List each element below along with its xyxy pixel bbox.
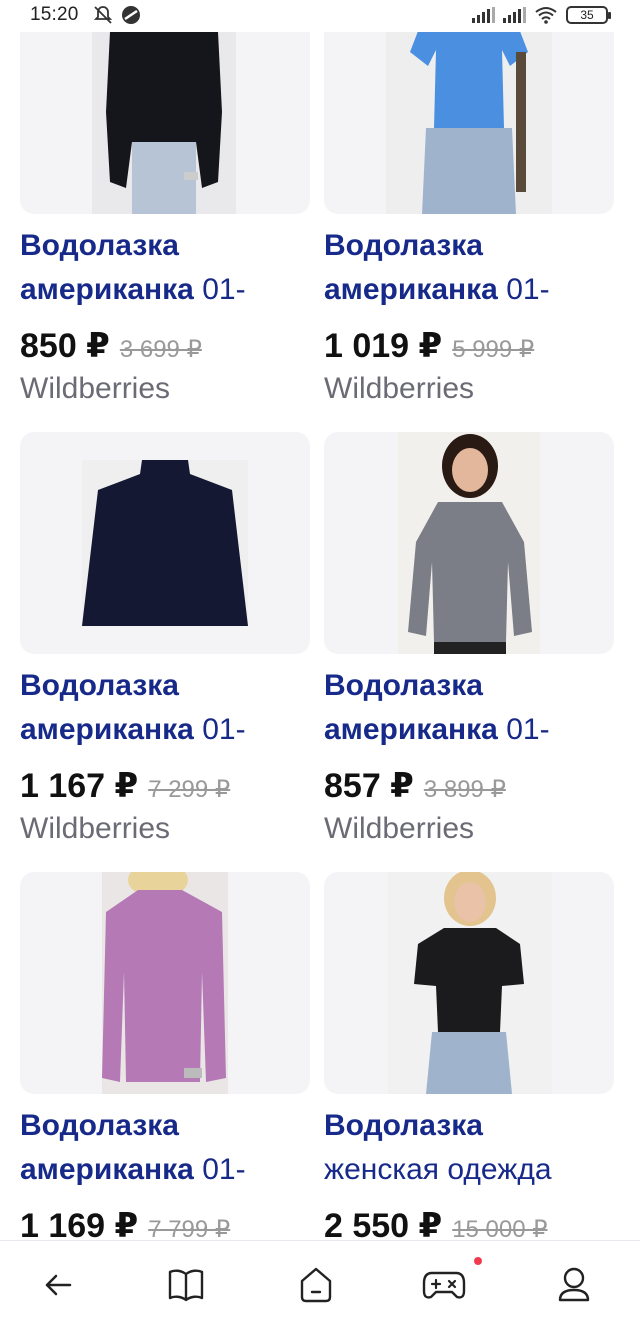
product-old-price: 15 000 ₽	[452, 1216, 548, 1240]
product-photo	[386, 0, 552, 214]
mute-icon	[93, 6, 113, 24]
product-image[interactable]	[324, 872, 614, 1094]
product-grid: Водолазка американка 01- 850 ₽ 3 699 ₽ W…	[0, 0, 640, 1240]
product-old-price: 7 799 ₽	[148, 1216, 231, 1240]
back-button[interactable]	[36, 1263, 80, 1307]
book-icon	[168, 1269, 204, 1302]
product-photo	[82, 460, 248, 626]
status-time: 15:20	[30, 4, 79, 25]
product-image[interactable]	[20, 432, 310, 654]
product-card[interactable]: Водолазка женская одежда 2 550 ₽ 15 000 …	[324, 872, 614, 1240]
product-title[interactable]: Водолазка американка 01-	[20, 1104, 310, 1192]
product-card[interactable]: Водолазка американка 01- 1 167 ₽ 7 299 ₽…	[20, 432, 310, 852]
product-photo	[398, 432, 540, 654]
product-photo	[102, 872, 228, 1094]
product-image[interactable]	[20, 0, 310, 214]
product-old-price: 3 699 ₽	[119, 336, 202, 363]
product-price: 2 550 ₽	[324, 1207, 443, 1240]
home-icon	[300, 1267, 332, 1303]
back-arrow-icon	[45, 1274, 72, 1296]
product-shop: Wildberries	[324, 372, 475, 405]
product-price: 850 ₽	[20, 327, 110, 365]
product-price: 1 167 ₽	[20, 767, 139, 805]
product-title[interactable]: Водолазка американка 01-	[20, 224, 310, 312]
product-old-price: 5 999 ₽	[452, 336, 535, 363]
product-title[interactable]: Водолазка американка 01-	[324, 664, 614, 752]
product-card[interactable]: Водолазка американка 01- 1 019 ₽ 5 999 ₽…	[324, 0, 614, 420]
home-button[interactable]	[294, 1263, 338, 1307]
product-image[interactable]	[20, 872, 310, 1094]
signal-icon	[503, 7, 526, 23]
profile-button[interactable]	[552, 1263, 596, 1307]
product-title[interactable]: Водолазка американка 01-	[324, 224, 614, 312]
product-image[interactable]	[324, 432, 614, 654]
product-price: 857 ₽	[324, 767, 414, 805]
product-image[interactable]	[324, 0, 614, 214]
product-card[interactable]: Водолазка американка 01- 857 ₽ 3 899 ₽ W…	[324, 432, 614, 852]
gamepad-icon	[422, 1271, 466, 1299]
app-icon	[122, 6, 140, 24]
product-photo	[92, 0, 236, 214]
bottom-nav	[0, 1240, 640, 1323]
signal-icon	[472, 7, 495, 23]
product-price: 1 019 ₽	[324, 327, 443, 365]
status-bar: 15:20 35	[0, 0, 640, 32]
catalog-button[interactable]	[164, 1263, 208, 1307]
product-old-price: 7 299 ₽	[148, 776, 231, 803]
product-title[interactable]: Водолазка женская одежда	[324, 1104, 614, 1192]
product-card[interactable]: Водолазка американка 01- 1 169 ₽ 7 799 ₽	[20, 872, 310, 1240]
product-shop: Wildberries	[20, 812, 171, 845]
product-photo	[388, 872, 552, 1094]
product-shop: Wildberries	[20, 372, 171, 405]
games-button[interactable]	[422, 1257, 482, 1307]
wifi-icon	[535, 7, 557, 24]
product-card[interactable]: Водолазка американка 01- 850 ₽ 3 699 ₽ W…	[20, 0, 310, 420]
notification-dot	[474, 1257, 482, 1265]
product-price: 1 169 ₽	[20, 1207, 139, 1240]
product-title[interactable]: Водолазка американка 01-	[20, 664, 310, 752]
product-old-price: 3 899 ₽	[423, 776, 506, 803]
battery-icon: 35	[566, 6, 611, 24]
profile-icon	[558, 1267, 590, 1302]
product-shop: Wildberries	[324, 812, 475, 845]
